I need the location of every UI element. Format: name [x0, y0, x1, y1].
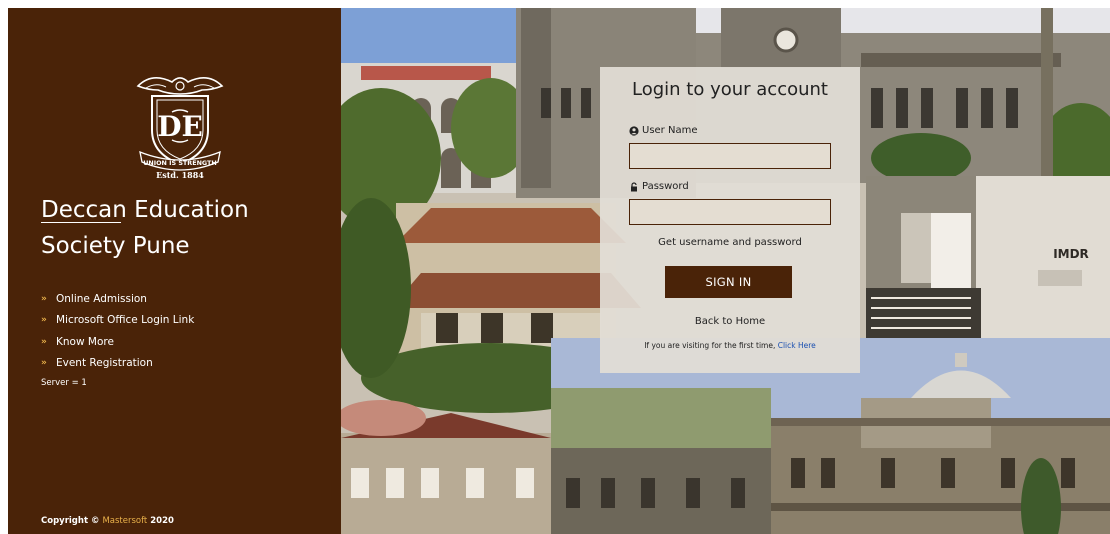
password-label-text: Password [642, 181, 689, 192]
lock-icon [631, 181, 637, 191]
link-event-registration[interactable]: » Event Registration [41, 353, 194, 375]
chevron-right-icon: » [41, 336, 47, 347]
first-time-visit-notice: If you are visiting for the first time, … [600, 341, 860, 350]
link-label[interactable]: Online Admission [56, 293, 147, 305]
title-underline [41, 222, 121, 223]
login-card: Login to your account User Name Password… [600, 67, 860, 373]
quick-links-list: » Online Admission » Microsoft Office Lo… [41, 288, 194, 374]
society-title-line2: Society Pune [41, 233, 190, 259]
server-indicator: Server = 1 [41, 378, 87, 388]
svg-text:DE: DE [157, 110, 203, 143]
copyright-prefix: Copyright © [41, 516, 103, 526]
society-emblem-icon: DE UNION IS STRENGTH Estd. 1884 [136, 77, 224, 180]
link-label[interactable]: Event Registration [56, 357, 153, 369]
svg-text:Estd. 1884: Estd. 1884 [156, 170, 204, 180]
sign-in-button[interactable]: SIGN IN [665, 266, 792, 298]
left-panel: DE UNION IS STRENGTH Estd. 1884 Deccan E… [8, 8, 341, 534]
society-title: Deccan Education Society Pune [41, 192, 331, 264]
copyright: Copyright © Mastersoft 2020 [41, 516, 174, 526]
chevron-right-icon: » [41, 315, 47, 326]
username-label-text: User Name [642, 125, 698, 136]
link-know-more[interactable]: » Know More [41, 331, 194, 353]
copyright-brand-link[interactable]: Mastersoft [102, 516, 147, 526]
username-input[interactable] [629, 143, 831, 169]
first-time-text: If you are visiting for the first time, [644, 341, 778, 350]
password-input[interactable] [629, 199, 831, 225]
building-sign-text: IMDR [1053, 247, 1089, 261]
link-label[interactable]: Know More [56, 336, 114, 348]
back-to-home-link[interactable]: Back to Home [600, 316, 860, 327]
login-title: Login to your account [632, 79, 828, 100]
svg-text:UNION IS STRENGTH: UNION IS STRENGTH [143, 159, 217, 167]
user-icon [629, 125, 639, 136]
link-online-admission[interactable]: » Online Admission [41, 288, 194, 310]
link-label[interactable]: Microsoft Office Login Link [56, 314, 194, 326]
username-label: User Name [629, 125, 697, 136]
chevron-right-icon: » [41, 358, 47, 369]
copyright-year: 2020 [147, 516, 174, 526]
page-frame: DE UNION IS STRENGTH Estd. 1884 Deccan E… [8, 8, 1110, 534]
get-credentials-link[interactable]: Get username and password [600, 237, 860, 248]
password-label: Password [629, 181, 689, 192]
chevron-right-icon: » [41, 293, 47, 304]
link-microsoft-office-login[interactable]: » Microsoft Office Login Link [41, 310, 194, 332]
click-here-link[interactable]: Click Here [778, 341, 816, 350]
